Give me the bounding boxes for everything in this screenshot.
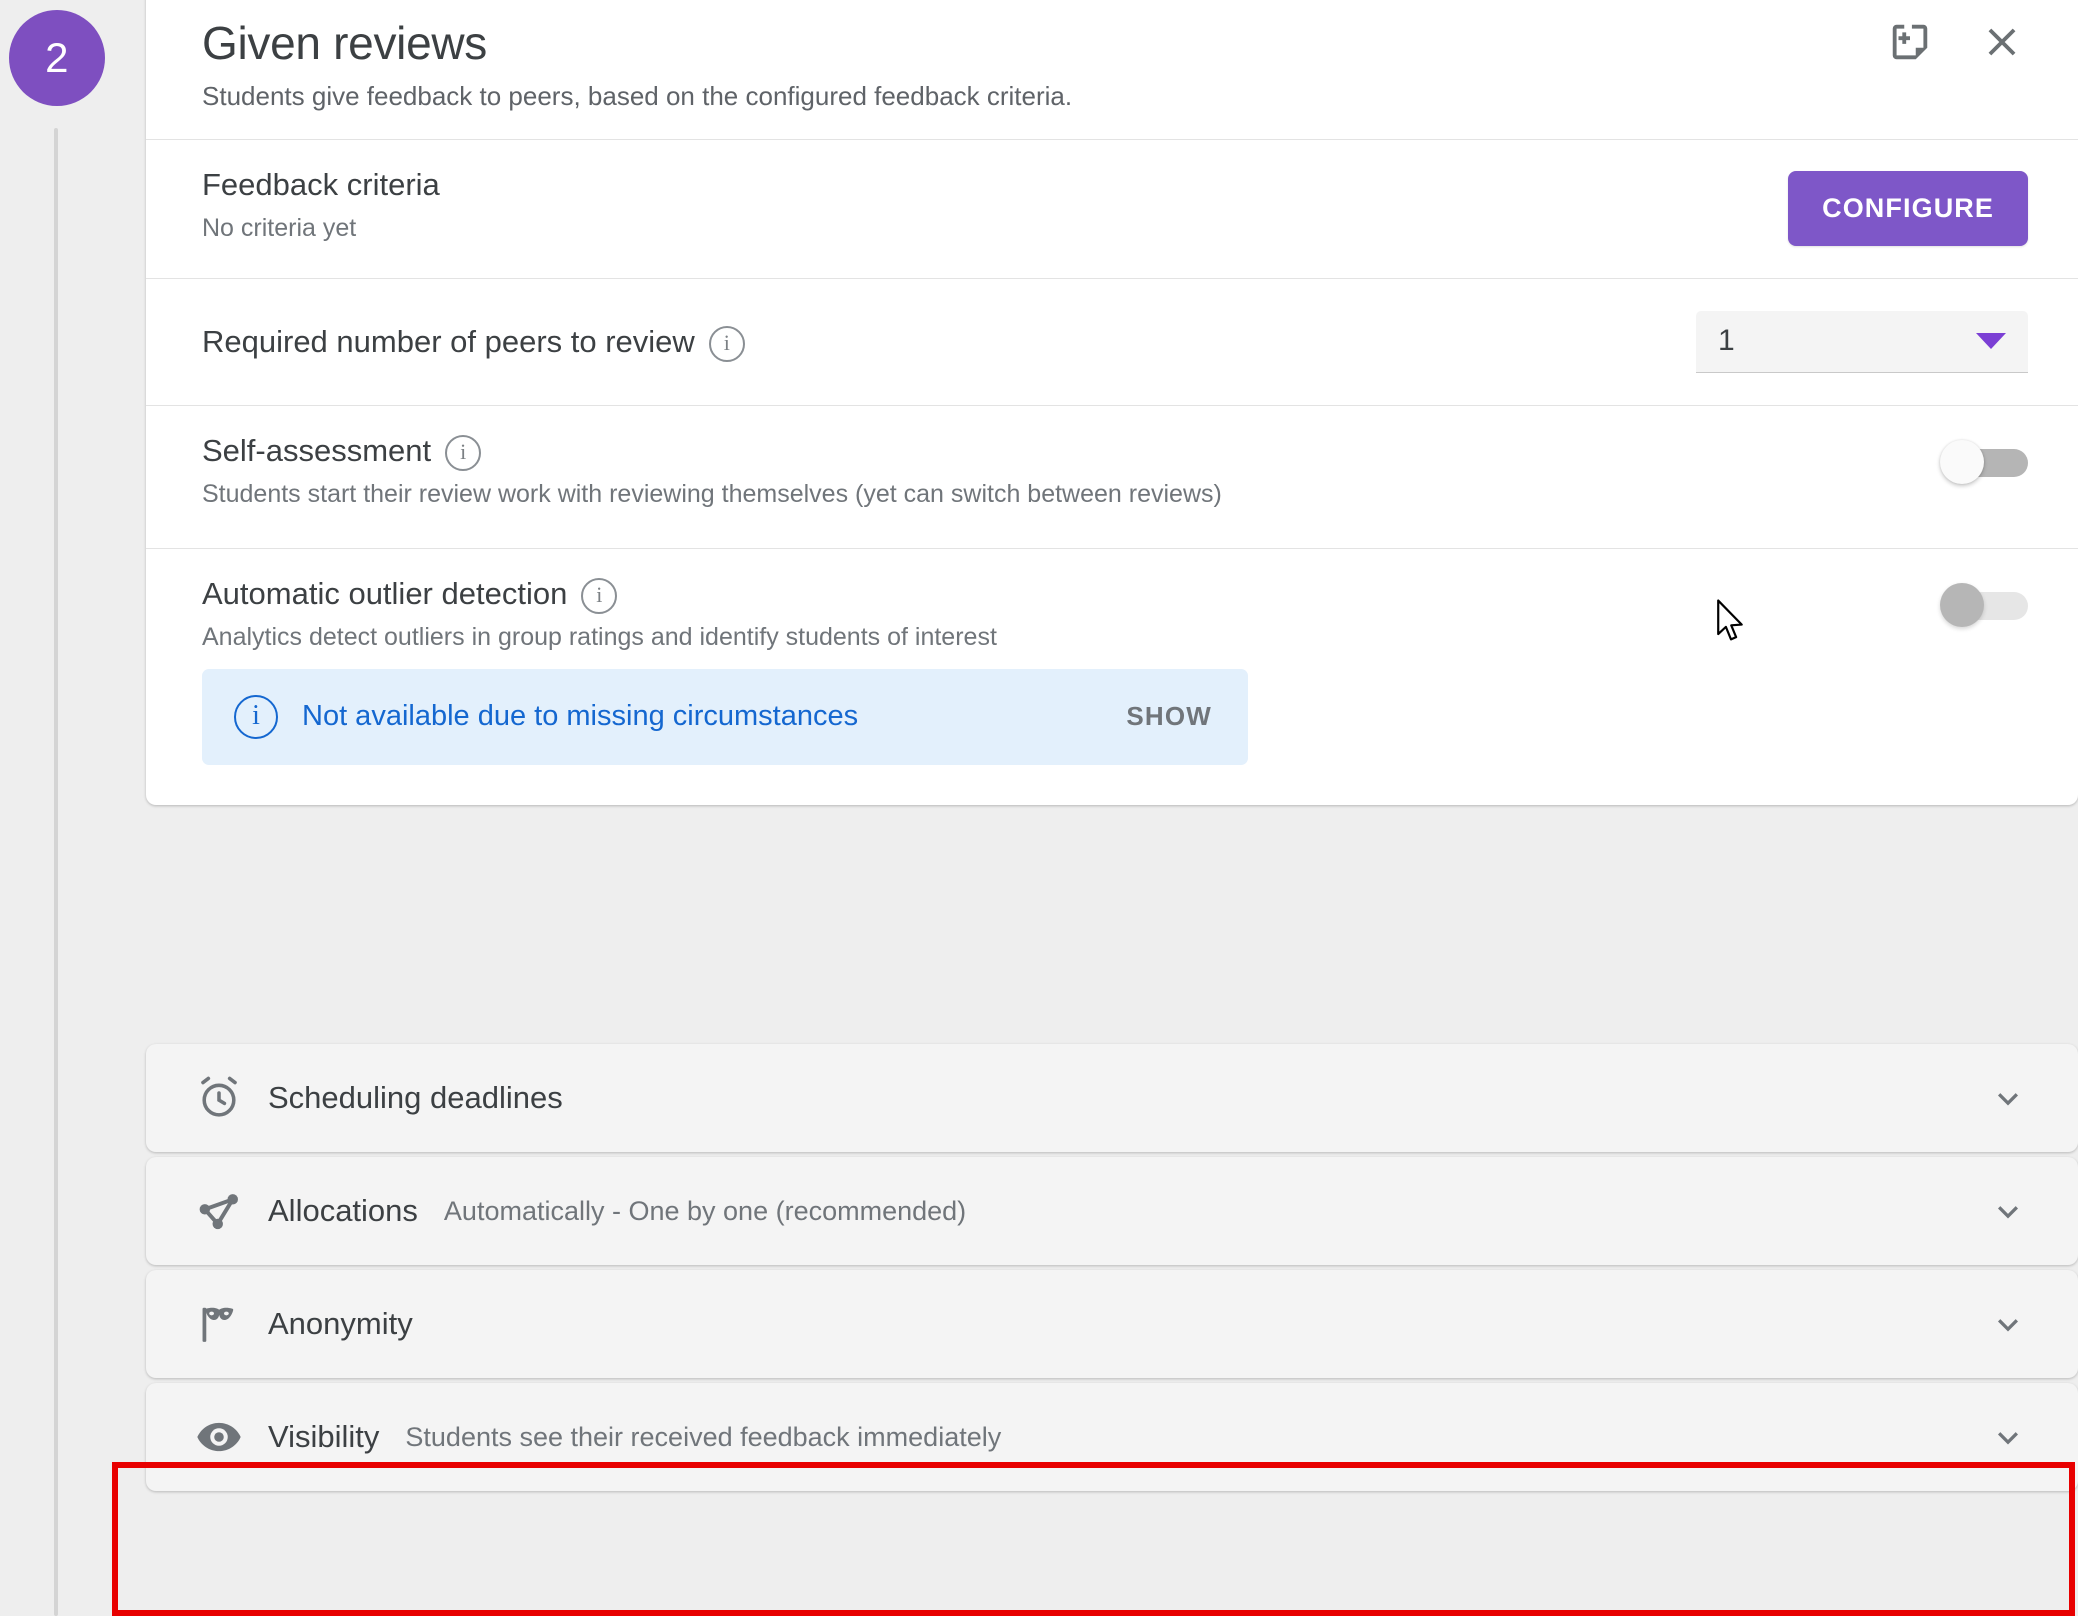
chevron-down-icon[interactable] [1988, 1191, 2028, 1231]
peers-to-review-label: Required number of peers to review [202, 323, 695, 359]
chevron-down-icon[interactable] [1988, 1304, 2028, 1344]
row-self-assessment: Self-assessment Students start their rev… [146, 406, 2078, 548]
panel-scheduling-deadlines[interactable]: Scheduling deadlines [146, 1044, 2078, 1152]
peers-count-select[interactable]: 1 [1696, 310, 2028, 373]
panel-title: Anonymity [268, 1306, 413, 1341]
outlier-detection-label: Automatic outlier detection [202, 575, 568, 611]
stepper-rail: 2 [0, 0, 146, 1616]
feedback-criteria-subtitle: No criteria yet [202, 213, 357, 242]
main-column: Given reviews Students give feedback to … [146, 0, 2078, 1616]
share-nodes-icon [192, 1186, 246, 1236]
banner-show-button[interactable]: SHOW [1126, 701, 1218, 732]
step-badge: 2 [9, 10, 105, 106]
peers-count-value: 1 [1718, 324, 1735, 358]
info-icon[interactable] [581, 577, 618, 614]
row-peers-to-review: Required number of peers to review 1 [146, 279, 2078, 405]
panel-visibility[interactable]: Visibility Students see their received f… [146, 1383, 2078, 1491]
chevron-down-icon [1976, 333, 2006, 350]
info-icon[interactable] [708, 325, 745, 362]
chevron-down-icon[interactable] [1988, 1417, 2028, 1457]
info-icon [234, 694, 278, 739]
header-actions [1884, 16, 2028, 68]
outlier-unavailable-banner: Not available due to missing circumstanc… [202, 668, 1248, 765]
outlier-detection-subtitle: Analytics detect outliers in group ratin… [202, 622, 997, 651]
stepper-connector-line [54, 128, 58, 1616]
page-subtitle: Students give feedback to peers, based o… [202, 81, 1073, 112]
row-outlier-detection: Automatic outlier detection Analytics de… [146, 549, 2078, 669]
feedback-criteria-title: Feedback criteria [202, 166, 1788, 204]
row-feedback-criteria: Feedback criteria No criteria yet CONFIG… [146, 140, 2078, 278]
toggle-thumb [1940, 582, 1984, 627]
panel-title: Allocations [268, 1193, 418, 1228]
self-assessment-title: Self-assessment [202, 432, 1940, 471]
panel-value: Automatically - One by one (recommended) [443, 1195, 967, 1226]
eye-icon [192, 1412, 246, 1462]
configure-button[interactable]: CONFIGURE [1788, 171, 2028, 247]
chevron-down-icon[interactable] [1988, 1078, 2028, 1118]
toggle-thumb [1940, 439, 1984, 484]
self-assessment-label: Self-assessment [202, 432, 432, 468]
alarm-clock-icon [192, 1073, 246, 1123]
page-title: Given reviews [202, 17, 487, 69]
feedback-criteria-label: Feedback criteria [202, 166, 440, 202]
info-icon[interactable] [445, 434, 482, 471]
mask-icon [192, 1299, 246, 1349]
panel-allocations[interactable]: Allocations Automatically - One by one (… [146, 1157, 2078, 1265]
outlier-detection-title: Automatic outlier detection [202, 575, 1940, 614]
panel-anonymity[interactable]: Anonymity [146, 1270, 2078, 1378]
card-bottom-spacer [146, 765, 2078, 805]
panel-title: Scheduling deadlines [268, 1080, 563, 1115]
given-reviews-card: Given reviews Students give feedback to … [146, 0, 2078, 805]
add-note-icon[interactable] [1884, 16, 1936, 68]
close-icon[interactable] [1976, 16, 2028, 68]
peers-to-review-title: Required number of peers to review [202, 323, 1696, 362]
self-assessment-toggle[interactable] [1940, 439, 2028, 484]
outlier-detection-toggle[interactable] [1940, 582, 2028, 627]
panel-header: Given reviews Students give feedback to … [146, 0, 2078, 139]
banner-message: Not available due to missing circumstanc… [302, 700, 859, 733]
self-assessment-subtitle: Students start their review work with re… [202, 479, 1222, 508]
panel-title: Visibility [268, 1419, 380, 1454]
panel-value: Students see their received feedback imm… [405, 1421, 1002, 1452]
